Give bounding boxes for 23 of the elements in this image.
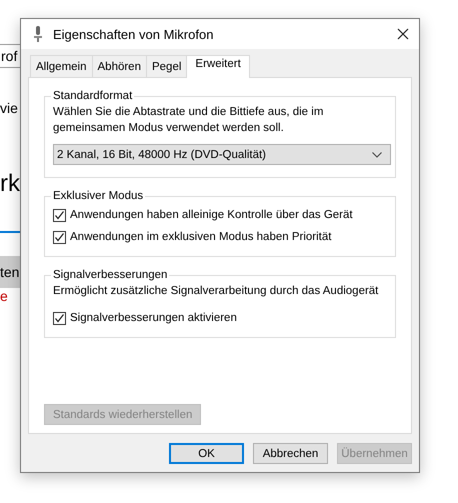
dialog-button[interactable]: OK: [169, 443, 244, 464]
checkbox[interactable]: [53, 230, 66, 244]
checkbox[interactable]: [53, 208, 66, 222]
checkbox-label[interactable]: Signalverbesserungen aktivieren: [70, 312, 237, 324]
window-title: Eigenschaften von Mikrofon: [53, 26, 214, 42]
microphone-icon: [33, 26, 43, 42]
format-dropdown[interactable]: 2 Kanal, 16 Bit, 48000 Hz (DVD-Qualität): [53, 144, 391, 165]
description-text: Ermöglicht zusätzliche Signalverarbeitung durch das Audiogerät: [53, 284, 380, 299]
heading-text: rk: [0, 170, 20, 198]
checkbox-label[interactable]: Anwendungen haben alleinige Kontrolle über das Gerät: [70, 209, 353, 221]
description-text: Wählen Sie die Abtastrate und die Bittiefe aus, die im gemeinsamen Modus verwendet werden soll.: [53, 105, 324, 136]
tab[interactable]: Allgemein: [30, 55, 92, 77]
group-title: Standardformat: [52, 90, 134, 102]
error-text: e: [0, 288, 8, 304]
dialog-button[interactable]: Abbrechen: [253, 443, 328, 464]
close-icon[interactable]: [397, 28, 409, 40]
tab[interactable]: Erweitert: [186, 55, 250, 78]
group-title: Exklusiver Modus: [52, 190, 144, 202]
checkbox[interactable]: [53, 312, 66, 324]
group-title: Signalverbesserungen: [52, 269, 168, 281]
label-text: vie: [0, 100, 18, 116]
chevron-down-icon: [372, 152, 382, 158]
checkbox-label[interactable]: Anwendungen im exklusiven Modus haben Priorität: [70, 231, 332, 243]
